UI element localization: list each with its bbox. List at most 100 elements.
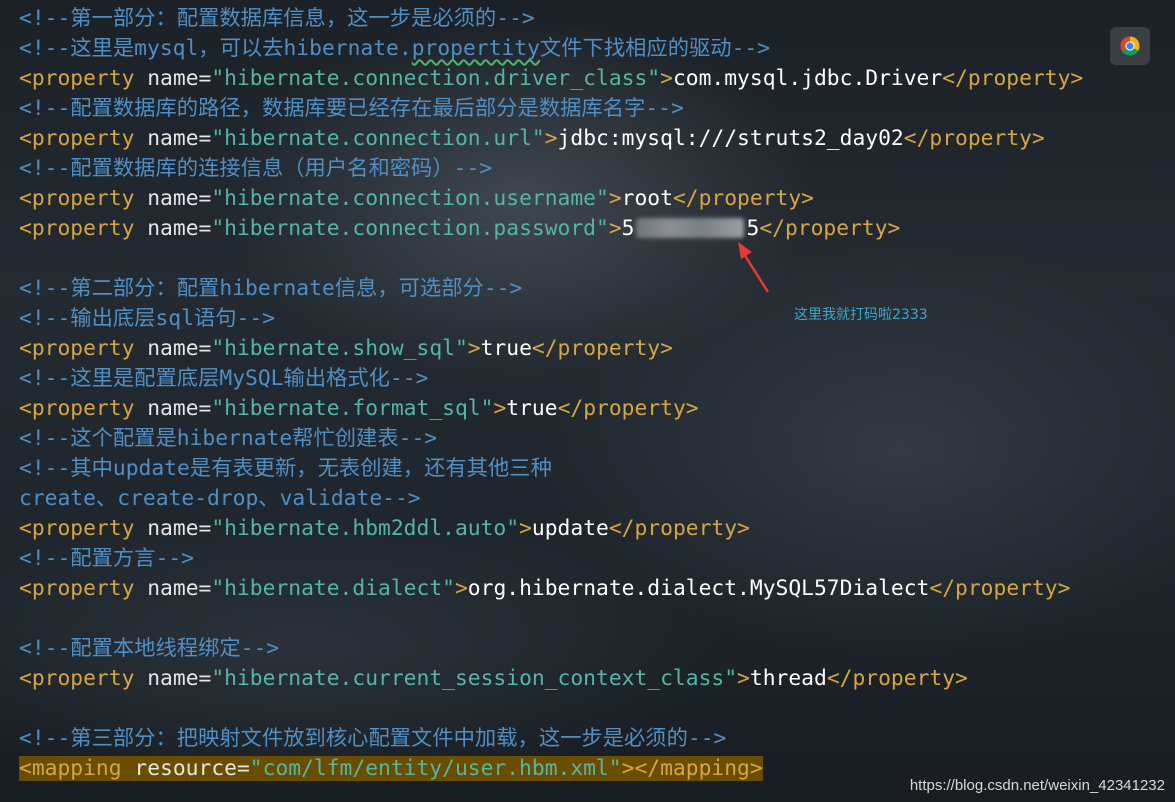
tag-open: <property xyxy=(19,666,135,691)
comment-text: 文件下找相应的驱动--> xyxy=(539,36,771,61)
tag-gt: > xyxy=(493,396,507,421)
tag-gt: > xyxy=(608,186,622,211)
attr-value: "hibernate.connection.driver_class" xyxy=(211,66,661,91)
code-line-comment: <!--这个配置是hibernate帮忙创建表--> xyxy=(19,424,437,454)
code-line-comment: <!--配置数据库的连接信息（用户名和密码）--> xyxy=(19,154,492,184)
comment-text: <!--配置数据库的路径，数据库要已经存在最后部分是数据库名字--> xyxy=(19,96,684,121)
attr-value: "hibernate.connection.url" xyxy=(211,126,545,151)
tag-open: <property xyxy=(19,396,135,421)
code-line-comment: <!--第一部分：配置数据库信息，这一步是必须的--> xyxy=(19,4,535,34)
red-arrow-icon xyxy=(738,242,770,293)
tag-close: </mapping> xyxy=(634,756,763,781)
code-line-comment: <!--配置方言--> xyxy=(19,544,194,574)
code-editor: <!--第一部分：配置数据库信息，这一步是必须的--> <!--这里是mysql… xyxy=(0,0,1175,802)
code-line-comment: <!--输出底层sql语句--> xyxy=(19,304,275,334)
tag-close: </property> xyxy=(903,126,1045,151)
comment-text: <!--配置本地线程绑定--> xyxy=(19,636,280,661)
comment-text: <!--第二部分：配置hibernate信息，可选部分--> xyxy=(19,276,523,301)
spellcheck-word[interactable]: propertity xyxy=(412,36,540,61)
tag-close: </property> xyxy=(929,576,1071,601)
tag-open: <property xyxy=(19,576,135,601)
tag-open: <property xyxy=(19,126,135,151)
code-line-property: <property name="hibernate.hbm2ddl.auto">… xyxy=(19,514,750,544)
code-line-property: <property name="hibernate.connection.url… xyxy=(19,124,1045,154)
element-text: update xyxy=(531,516,609,541)
code-line-property: <property name="hibernate.format_sql">tr… xyxy=(19,394,699,424)
code-line-comment: <!--这里是mysql，可以去hibernate.propertity文件下找… xyxy=(19,34,770,64)
code-line-comment: <!--第二部分：配置hibernate信息，可选部分--> xyxy=(19,274,522,304)
code-line-comment: <!--这里是配置底层MySQL输出格式化--> xyxy=(19,364,428,394)
element-text: true xyxy=(506,396,558,421)
attr-name: resource= xyxy=(121,756,250,781)
attr-name: name= xyxy=(134,66,212,91)
comment-text: create、create-drop、validate--> xyxy=(19,486,421,511)
comment-text: <!--配置数据库的连接信息（用户名和密码）--> xyxy=(19,156,493,181)
attr-value: "hibernate.connection.username" xyxy=(211,186,609,211)
watermark: https://blog.csdn.net/weixin_42341232 xyxy=(909,777,1165,794)
code-line-comment: create、create-drop、validate--> xyxy=(19,484,421,514)
tag-gt: > xyxy=(608,216,622,241)
comment-text: <!--第三部分：把映射文件放到核心配置文件中加载，这一步是必须的--> xyxy=(19,726,727,751)
element-text: true xyxy=(480,336,532,361)
attr-name: name= xyxy=(134,126,212,151)
comment-text: <!--其中update是有表更新，无表创建，还有其他三种 xyxy=(19,456,552,481)
element-text: root xyxy=(621,186,673,211)
attr-name: name= xyxy=(134,216,212,241)
annotation-note: 这里我就打码啦2333 xyxy=(794,307,928,323)
tag-open: <property xyxy=(19,516,135,541)
attr-value: "hibernate.connection.password" xyxy=(211,216,609,241)
comment-text: <!--输出底层sql语句--> xyxy=(19,306,275,331)
code-line-property: <property name="hibernate.dialect">org.h… xyxy=(19,574,1070,604)
tag-open: <mapping xyxy=(19,756,122,781)
attr-name: name= xyxy=(134,336,212,361)
chrome-icon xyxy=(1120,36,1140,56)
code-line-comment: <!--配置本地线程绑定--> xyxy=(19,634,279,664)
tag-open: <property xyxy=(19,66,135,91)
tag-close: </property> xyxy=(942,66,1084,91)
chrome-browser-button[interactable] xyxy=(1110,27,1150,65)
tag-gt: > xyxy=(621,756,635,781)
tag-gt: > xyxy=(660,66,673,91)
attr-name: name= xyxy=(134,186,212,211)
attr-name: name= xyxy=(134,576,212,601)
attr-value: "hibernate.show_sql" xyxy=(211,336,468,361)
attr-name: name= xyxy=(134,516,212,541)
element-text: org.hibernate.dialect.MySQL57Dialect xyxy=(467,576,930,601)
redacted-blur xyxy=(636,218,745,238)
attr-value: "com/lfm/entity/user.hbm.xml" xyxy=(249,756,622,781)
password-text-start: 5 xyxy=(621,216,635,241)
comment-text: <!--这里是mysql，可以去hibernate. xyxy=(19,36,412,61)
attr-value: "hibernate.current_session_context_class… xyxy=(211,666,738,691)
tag-open: <property xyxy=(19,216,135,241)
tag-gt: > xyxy=(544,126,558,151)
code-line-property: <property name="hibernate.show_sql">true… xyxy=(19,334,673,364)
comment-text: <!--配置方言--> xyxy=(19,546,194,571)
tag-gt: > xyxy=(519,516,532,541)
comment-text: <!--第一部分：配置数据库信息，这一步是必须的--> xyxy=(19,6,535,31)
tag-gt: > xyxy=(737,666,750,691)
tag-close: </property> xyxy=(672,186,814,211)
element-text: com.mysql.jdbc.Driver xyxy=(672,66,943,91)
tag-close: </property> xyxy=(826,666,968,691)
code-line-property: <property name="hibernate.current_sessio… xyxy=(19,664,968,694)
tag-open: <property xyxy=(19,336,135,361)
code-line-property: <property name="hibernate.connection.dri… xyxy=(19,64,1083,94)
tag-gt: > xyxy=(467,336,481,361)
tag-close: </property> xyxy=(531,336,673,361)
tag-close: </property> xyxy=(759,216,901,241)
tag-close: </property> xyxy=(557,396,699,421)
attr-value: "hibernate.format_sql" xyxy=(211,396,494,421)
highlighted-selection[interactable]: <mapping resource="com/lfm/entity/user.h… xyxy=(19,756,763,781)
tag-close: </property> xyxy=(608,516,750,541)
code-line-property: <property name="hibernate.connection.use… xyxy=(19,184,814,214)
code-line-mapping: <mapping resource="com/lfm/entity/user.h… xyxy=(19,754,763,784)
tag-open: <property xyxy=(19,186,135,211)
comment-text: <!--这里是配置底层MySQL输出格式化--> xyxy=(19,366,429,391)
element-text: jdbc:mysql:///struts2_day02 xyxy=(557,126,904,151)
comment-text: <!--这个配置是hibernate帮忙创建表--> xyxy=(19,426,438,451)
attr-value: "hibernate.hbm2ddl.auto" xyxy=(211,516,520,541)
attr-value: "hibernate.dialect" xyxy=(211,576,455,601)
attr-name: name= xyxy=(134,396,212,421)
element-text: thread xyxy=(749,666,827,691)
tag-gt: > xyxy=(454,576,468,601)
